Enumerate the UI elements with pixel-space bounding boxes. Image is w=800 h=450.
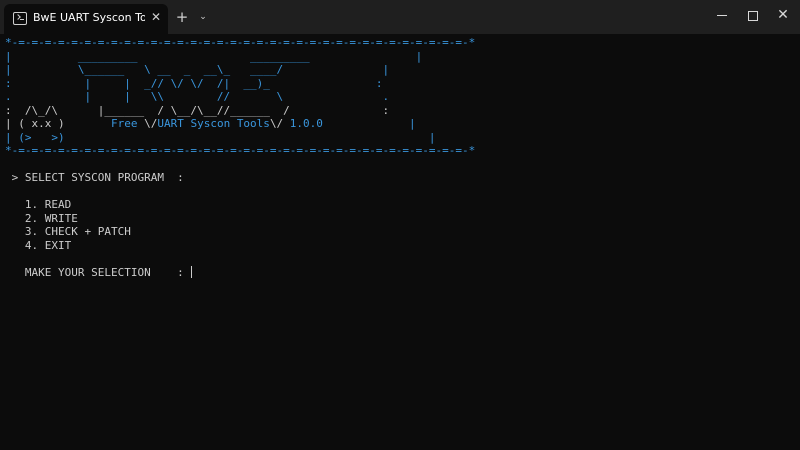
close-tab-icon[interactable]: ✕ <box>148 9 164 25</box>
menu-option-exit: 4. EXIT <box>5 238 72 252</box>
banner-free-label: Free <box>110 117 145 130</box>
banner-line-3: : | | _// \/ \/ /| __)_ : <box>5 76 383 90</box>
banner-line-6-edge: | <box>322 117 416 130</box>
close-window-button[interactable]: ✕ <box>770 6 796 24</box>
blank-line <box>5 158 785 172</box>
tab-title: BwE UART Syscon Tools (Free <box>33 11 145 24</box>
banner-line-4: . | | \\ // \ . <box>5 90 390 103</box>
minimize-icon <box>717 15 727 16</box>
banner-line-6: | ( x.x ) Free \/UART Syscon Tools\/ 1.0… <box>5 117 785 131</box>
banner-line-7: | (> >) | <box>5 130 436 144</box>
blank-line <box>5 252 785 266</box>
banner-sep-1: \/ <box>144 117 158 130</box>
banner-border-top: *-=-=-=-=-=-=-=-=-=-=-=-=-=-=-=-=-=-=-=-… <box>5 36 476 49</box>
banner-app-title: UART Syscon Tools <box>157 117 270 130</box>
banner-border-bottom: *-=-=-=-=-=-=-=-=-=-=-=-=-=-=-=-=-=-=-=-… <box>5 144 476 157</box>
maximize-icon <box>748 10 758 21</box>
new-tab-button[interactable]: + <box>174 9 190 25</box>
ascii-banner: *-=-=-=-=-=-=-=-=-=-=-=-=-=-=-=-=-=-=-=-… <box>5 36 785 158</box>
banner-line-5: : /\_/\ |______ / \__/\__//______ / : <box>5 103 390 117</box>
menu-option-check-patch: 3. CHECK + PATCH <box>5 225 131 238</box>
chevron-down-icon[interactable]: ⌄ <box>196 9 210 25</box>
terminal-tab[interactable]: BwE UART Syscon Tools (Free ✕ <box>4 4 168 34</box>
terminal-output[interactable]: *-=-=-=-=-=-=-=-=-=-=-=-=-=-=-=-=-=-=-=-… <box>5 36 785 446</box>
terminal-icon <box>13 12 27 25</box>
banner-line-1: | _________ _________ | <box>5 49 423 63</box>
banner-sep-2: \/ <box>269 117 284 130</box>
banner-version: 1.0.0 <box>283 117 323 130</box>
menu-heading: > SELECT SYSCON PROGRAM : <box>5 171 184 184</box>
text-cursor <box>191 265 193 278</box>
selection-prompt: MAKE YOUR SELECTION : <box>5 265 191 279</box>
selection-prompt-line[interactable]: MAKE YOUR SELECTION : <box>5 265 785 280</box>
menu-option-read: 1. READ <box>5 198 72 211</box>
banner-face: | ( x.x ) <box>5 117 111 130</box>
blank-line <box>5 185 785 199</box>
banner-line-2: | \______ \ __ _ __\_ ____/ | <box>5 63 390 76</box>
minimize-button[interactable] <box>709 6 735 24</box>
menu-option-write: 2. WRITE <box>5 211 78 225</box>
title-bar: BwE UART Syscon Tools (Free ✕ + ⌄ ✕ <box>0 0 800 34</box>
maximize-button[interactable] <box>740 6 766 24</box>
